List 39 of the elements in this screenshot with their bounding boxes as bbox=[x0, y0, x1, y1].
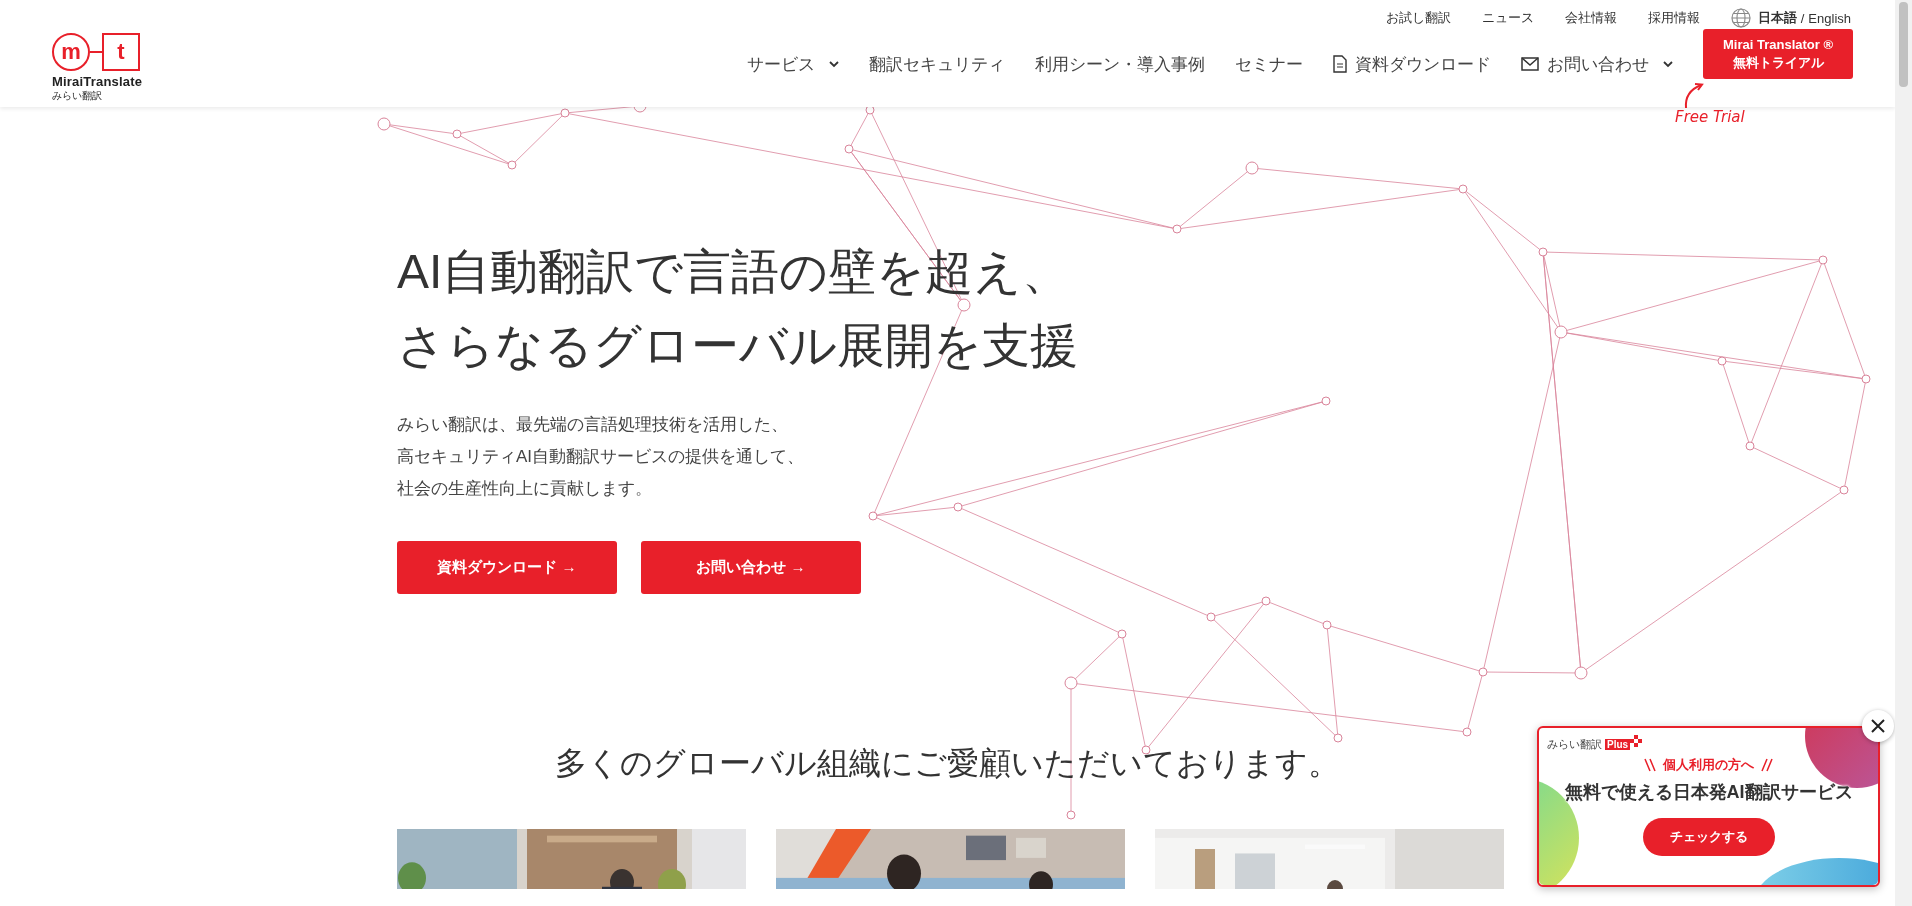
language-separator: / bbox=[1800, 10, 1805, 26]
mirai-translate-logo[interactable]: m t MiraiTranslate みらい翻訳 bbox=[52, 0, 143, 107]
document-icon bbox=[1333, 55, 1347, 73]
popup-tagline: 個人利用の方へ bbox=[1663, 756, 1754, 774]
plus-badge: Plus bbox=[1605, 739, 1631, 750]
top-link[interactable]: お試し翻訳 bbox=[1385, 9, 1451, 27]
download-button[interactable]: 資料ダウンロード → bbox=[397, 541, 617, 594]
check-button[interactable]: チェックする bbox=[1642, 818, 1775, 856]
hero-description: みらい翻訳は、最先端の言語処理技術を活用した、 高セキュリティAI自動翻訳サービスの提供を通して、 社会の生産性向上に貢献します。 bbox=[397, 414, 806, 500]
language-link[interactable]: 日本語 bbox=[1757, 9, 1797, 27]
mail-icon bbox=[1521, 57, 1539, 71]
close-button[interactable] bbox=[1862, 710, 1894, 742]
scrollbar-thumb[interactable] bbox=[1899, 2, 1908, 87]
chevron-down-icon[interactable] bbox=[1663, 60, 1673, 68]
top-link[interactable]: ニュース bbox=[1481, 9, 1534, 27]
language-link[interactable]: English bbox=[1808, 10, 1851, 26]
popup-headline: 無料で使える日本発AI翻訳サービス bbox=[1564, 781, 1853, 804]
top-link[interactable]: 採用情報 bbox=[1647, 9, 1700, 27]
close-icon bbox=[1870, 718, 1886, 734]
nav-link[interactable]: セミナー bbox=[1235, 52, 1303, 76]
brand-name: みらい翻訳 bbox=[1547, 737, 1602, 752]
clients-heading: 多くのグローバル組織にご愛顧いただいております。 bbox=[555, 744, 1340, 783]
nav-link[interactable]: 資料ダウンロード bbox=[1355, 52, 1491, 76]
curved-arrow-icon bbox=[1683, 81, 1705, 109]
free-trial-button[interactable]: Mirai Translator ® 無料トライアル bbox=[1703, 29, 1853, 79]
chevron-down-icon[interactable] bbox=[829, 60, 839, 68]
scrollbar[interactable] bbox=[1895, 0, 1912, 906]
nav-link[interactable]: サービス bbox=[747, 52, 815, 76]
contact-button[interactable]: お問い合わせ → bbox=[641, 541, 861, 594]
checker-icon bbox=[1630, 734, 1643, 747]
slash-mark-icon bbox=[1760, 758, 1774, 772]
globe-icon bbox=[1730, 8, 1751, 28]
nav-link[interactable]: 利用シーン・導入事例 bbox=[1035, 52, 1205, 76]
nav-link[interactable]: 翻訳セキュリティ bbox=[869, 52, 1005, 76]
top-link[interactable]: 会社情報 bbox=[1564, 9, 1617, 27]
hero-title: AI自動翻訳で言語の壁を超え、 さらなるグローバル展開を支援 bbox=[397, 244, 1079, 374]
slash-mark-icon bbox=[1643, 758, 1657, 772]
free-trial-note: Free Trial bbox=[1675, 108, 1745, 126]
nav-link[interactable]: お問い合わせ bbox=[1547, 52, 1649, 76]
